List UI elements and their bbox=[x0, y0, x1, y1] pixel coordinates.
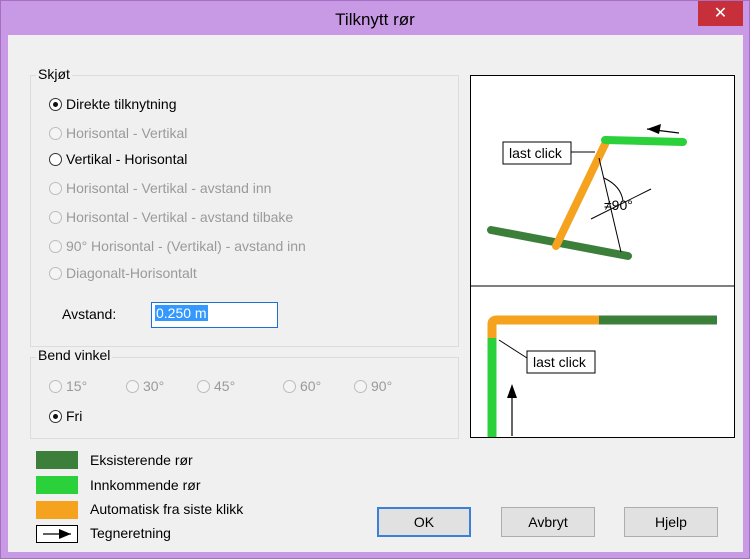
radio-90-horisontal-avstand-inn[interactable]: 90° Horisontal - (Vertikal) - avstand in… bbox=[49, 238, 306, 254]
radio-label: 90° bbox=[371, 378, 393, 394]
radio-button[interactable] bbox=[49, 181, 62, 195]
ok-button[interactable]: OK bbox=[377, 507, 471, 537]
radio-angle-30[interactable]: 30° bbox=[126, 378, 164, 394]
dialog-body: Skjøt Direkte tilknytning Horisontal - V… bbox=[8, 35, 743, 552]
radio-angle-45[interactable]: 45° bbox=[197, 378, 235, 394]
title-bar[interactable]: Tilknytt rør ✕ bbox=[1, 1, 749, 35]
radio-hv-avstand-inn[interactable]: Horisontal - Vertikal - avstand inn bbox=[49, 180, 271, 196]
radio-diagonalt-horisontalt[interactable]: Diagonalt-Horisontalt bbox=[49, 265, 197, 281]
radio-button[interactable] bbox=[49, 379, 62, 393]
legend-label-incoming: Innkommende rør bbox=[90, 477, 201, 493]
distance-value: 0.250 m bbox=[155, 305, 208, 321]
radio-angle-15[interactable]: 15° bbox=[49, 378, 87, 394]
radio-button[interactable] bbox=[126, 379, 139, 393]
radio-label: Horisontal - Vertikal - avstand inn bbox=[66, 180, 272, 196]
help-button[interactable]: Hjelp bbox=[624, 507, 718, 537]
radio-label: 90° Horisontal - (Vertikal) - avstand in… bbox=[66, 238, 306, 254]
distance-label: Avstand: bbox=[62, 306, 117, 322]
close-button[interactable]: ✕ bbox=[698, 1, 743, 26]
preview-panel: last click ≠90° last click bbox=[470, 75, 735, 440]
radio-label: Diagonalt-Horisontalt bbox=[66, 265, 197, 281]
distance-input[interactable]: 0.250 m bbox=[151, 302, 278, 328]
legend-swatch-incoming bbox=[36, 476, 78, 494]
radio-button[interactable] bbox=[49, 409, 62, 423]
radio-button[interactable] bbox=[283, 379, 296, 393]
legend-label-auto: Automatisk fra siste klikk bbox=[90, 501, 244, 517]
direction-arrow-bottom-icon bbox=[507, 384, 517, 398]
radio-angle-90[interactable]: 90° bbox=[354, 378, 392, 394]
radio-button[interactable] bbox=[49, 210, 62, 224]
radio-horisontal-vertikal[interactable]: Horisontal - Vertikal bbox=[49, 125, 187, 141]
radio-button[interactable] bbox=[49, 239, 62, 253]
radio-label: 45° bbox=[214, 378, 236, 394]
radio-label: 15° bbox=[66, 378, 88, 394]
arrow-icon bbox=[43, 529, 71, 539]
radio-button[interactable] bbox=[49, 97, 62, 111]
preview-diagram: last click ≠90° last click bbox=[471, 124, 734, 440]
radio-angle-fri[interactable]: Fri bbox=[49, 408, 82, 424]
radio-button[interactable] bbox=[49, 266, 62, 280]
radio-label: 30° bbox=[143, 378, 165, 394]
radio-vertikal-horisontal[interactable]: Vertikal - Horisontal bbox=[49, 151, 187, 167]
radio-button[interactable] bbox=[354, 379, 367, 393]
legend-label-existing: Eksisterende rør bbox=[90, 452, 193, 468]
radio-label: Direkte tilknytning bbox=[66, 96, 177, 112]
bend-angle-group-label: Bend vinkel bbox=[36, 347, 113, 363]
incoming-pipe-top bbox=[601, 136, 687, 146]
radio-hv-avstand-tilbake[interactable]: Horisontal - Vertikal - avstand tilbake bbox=[49, 209, 293, 225]
radio-button[interactable] bbox=[197, 379, 210, 393]
auto-pipe-bottom bbox=[487, 315, 599, 338]
direction-arrow-top-icon bbox=[647, 124, 661, 134]
legend-swatch-auto bbox=[36, 501, 78, 519]
bend-angle-group bbox=[30, 357, 459, 439]
last-click-label-top: last click bbox=[509, 145, 563, 161]
radio-angle-60[interactable]: 60° bbox=[283, 378, 321, 394]
drawing-direction-icon bbox=[36, 525, 78, 543]
radio-button[interactable] bbox=[49, 152, 62, 166]
cancel-button[interactable]: Avbryt bbox=[501, 507, 595, 537]
legend-label-direction: Tegneretning bbox=[90, 525, 171, 541]
angle-label: ≠90° bbox=[604, 197, 633, 213]
legend-swatch-existing bbox=[36, 451, 78, 469]
radio-button[interactable] bbox=[49, 126, 62, 140]
last-click-leader-bottom bbox=[498, 339, 528, 359]
window-title: Tilknytt rør bbox=[335, 10, 415, 29]
radio-label: Horisontal - Vertikal - avstand tilbake bbox=[66, 209, 294, 225]
dialog-window: Tilknytt rør ✕ Skjøt Direkte tilknytning… bbox=[0, 0, 750, 559]
radio-label: Vertikal - Horisontal bbox=[66, 151, 188, 167]
last-click-label-bottom: last click bbox=[533, 354, 587, 370]
radio-direkte-tilknytning[interactable]: Direkte tilknytning bbox=[49, 96, 177, 112]
joint-group-label: Skjøt bbox=[36, 66, 72, 82]
radio-label: Fri bbox=[66, 408, 83, 424]
radio-label: Horisontal - Vertikal bbox=[66, 125, 188, 141]
radio-label: 60° bbox=[300, 378, 322, 394]
